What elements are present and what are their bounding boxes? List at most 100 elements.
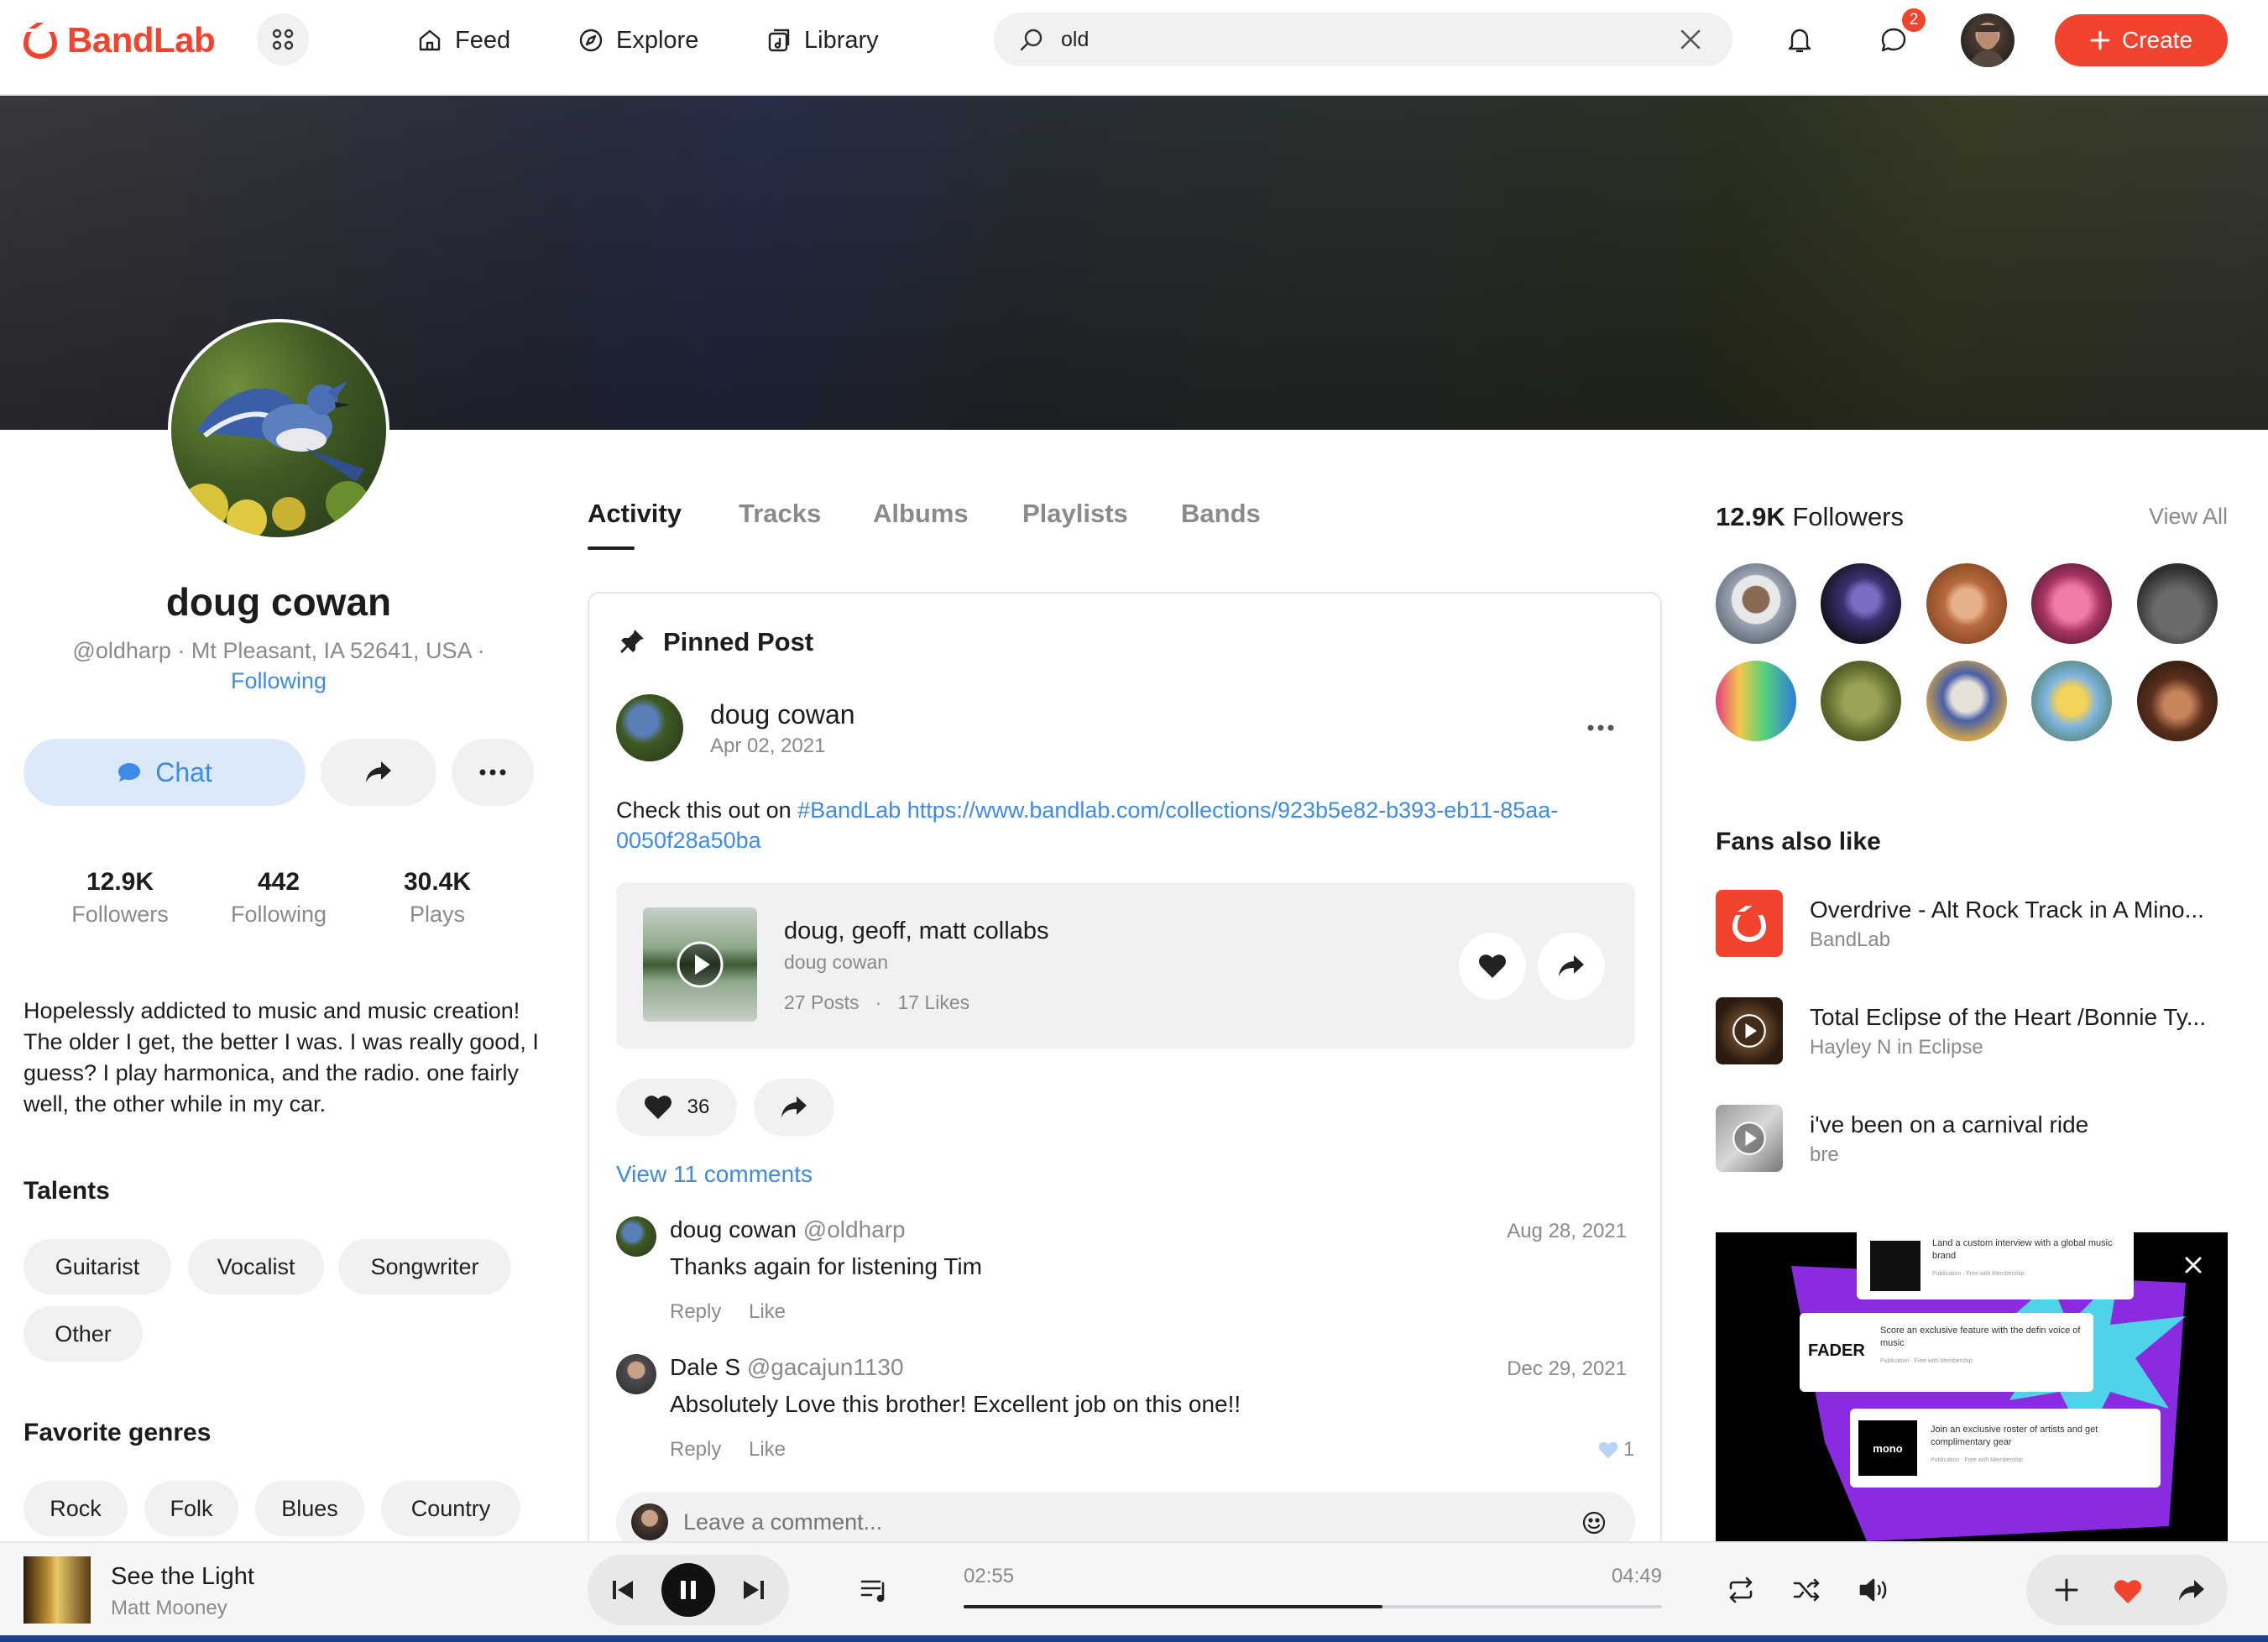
- collection-title[interactable]: doug, geoff, matt collabs: [784, 918, 1048, 945]
- profile-avatar: [168, 319, 389, 541]
- post-like-button[interactable]: 36: [616, 1079, 737, 1136]
- comment-like-button[interactable]: Like: [749, 1300, 786, 1324]
- view-comments-link[interactable]: View 11 comments: [616, 1161, 813, 1188]
- post-options-button[interactable]: [1580, 711, 1622, 745]
- chat-button[interactable]: Chat: [24, 739, 306, 806]
- repeat-icon[interactable]: [1726, 1577, 1756, 1603]
- following-status-link[interactable]: Following: [24, 668, 534, 694]
- volume-icon[interactable]: [1858, 1577, 1892, 1603]
- tab-bands[interactable]: Bands: [1181, 499, 1261, 529]
- bell-icon: [1788, 29, 1811, 53]
- genre-tag-folk[interactable]: Folk: [144, 1481, 238, 1536]
- talent-tag-other[interactable]: Other: [24, 1306, 143, 1362]
- more-options-button[interactable]: [452, 739, 534, 806]
- follower-avatar[interactable]: [1821, 661, 1901, 741]
- tab-tracks[interactable]: Tracks: [739, 499, 821, 529]
- collection-embed[interactable]: doug, geoff, matt collabs doug cowan 27 …: [616, 882, 1635, 1048]
- next-icon[interactable]: [742, 1578, 766, 1602]
- progress-track[interactable]: [964, 1605, 1662, 1608]
- now-playing-title[interactable]: See the Light: [111, 1563, 254, 1591]
- comment-like-button[interactable]: Like: [749, 1438, 786, 1462]
- tab-playlists[interactable]: Playlists: [1022, 499, 1128, 529]
- comment-avatar[interactable]: [616, 1354, 656, 1394]
- stat-following-label[interactable]: Following: [199, 902, 358, 928]
- talent-tag-songwriter[interactable]: Songwriter: [338, 1239, 511, 1294]
- comment-author[interactable]: doug cowan: [670, 1216, 797, 1242]
- post-author-name[interactable]: doug cowan: [710, 699, 855, 730]
- tab-albums[interactable]: Albums: [873, 499, 969, 529]
- genre-tag-country[interactable]: Country: [381, 1481, 520, 1536]
- follower-avatar[interactable]: [2137, 563, 2218, 644]
- collection-like-button[interactable]: [1459, 933, 1526, 1000]
- genre-tag-blues[interactable]: Blues: [255, 1481, 364, 1536]
- emoji-icon[interactable]: [1581, 1510, 1607, 1535]
- fan-item-subtitle: bre: [1810, 1143, 1839, 1166]
- user-avatar[interactable]: [1961, 13, 2015, 67]
- follower-avatar[interactable]: [1716, 661, 1796, 741]
- fan-item-thumbnail: [1716, 890, 1783, 957]
- avatar-face: [1969, 24, 2006, 67]
- apps-menu-button[interactable]: [257, 13, 309, 65]
- followers-view-all-link[interactable]: View All: [2098, 504, 2228, 530]
- previous-icon[interactable]: [611, 1578, 635, 1602]
- follower-avatar[interactable]: [1821, 563, 1901, 644]
- collection-share-button[interactable]: [1538, 933, 1605, 1000]
- comment-avatar[interactable]: [616, 1216, 656, 1257]
- post-hashtag[interactable]: #BandLab: [797, 797, 901, 823]
- comment-handle[interactable]: @gacajun1130: [747, 1354, 904, 1380]
- share-arrow-icon: [781, 1096, 807, 1117]
- share-profile-button[interactable]: [321, 739, 436, 806]
- follower-avatar[interactable]: [2137, 661, 2218, 741]
- share-arrow-icon[interactable]: [2177, 1578, 2206, 1603]
- profile-bio: Hopelessly addicted to music and music c…: [24, 998, 539, 1116]
- comment-input[interactable]: [683, 1500, 1523, 1544]
- clear-search-icon[interactable]: [1680, 29, 1701, 50]
- collection-owner[interactable]: doug cowan: [784, 951, 888, 974]
- stat-following-value[interactable]: 442: [199, 868, 358, 897]
- share-arrow-icon: [1559, 955, 1584, 976]
- fan-item[interactable]: Total Eclipse of the Heart /Bonnie Ty...…: [1716, 997, 2228, 1068]
- comment-like-count[interactable]: 1: [1598, 1438, 1634, 1462]
- follower-avatar[interactable]: [2031, 661, 2112, 741]
- talent-tag-vocalist[interactable]: Vocalist: [188, 1239, 324, 1294]
- grid-icon: [272, 29, 294, 50]
- stat-followers-label[interactable]: Followers: [40, 902, 200, 928]
- now-playing-cover[interactable]: [24, 1556, 91, 1624]
- pause-button[interactable]: [661, 1563, 715, 1617]
- follower-avatar[interactable]: [1716, 563, 1796, 644]
- nav-library[interactable]: Library: [766, 22, 879, 59]
- heart-icon[interactable]: [2114, 1579, 2142, 1604]
- tab-activity[interactable]: Activity: [588, 499, 682, 529]
- comment-reply-button[interactable]: Reply: [670, 1300, 721, 1324]
- shuffle-icon[interactable]: [1793, 1577, 1821, 1603]
- nav-feed[interactable]: Feed: [416, 22, 510, 59]
- comment-handle[interactable]: @oldharp: [803, 1216, 906, 1242]
- pinned-post-card: Pinned Post doug cowan Apr 02, 2021 Chec…: [588, 592, 1662, 1642]
- now-playing-artist[interactable]: Matt Mooney: [111, 1597, 227, 1620]
- create-button[interactable]: Create: [2055, 14, 2228, 66]
- collection-cover[interactable]: [643, 907, 757, 1022]
- profile-meta: @oldharp · Mt Pleasant, IA 52641, USA ·: [72, 638, 485, 663]
- post-author-avatar[interactable]: [616, 694, 683, 761]
- pin-icon: [620, 630, 644, 653]
- queue-icon[interactable]: [860, 1577, 890, 1603]
- add-to-playlist-icon[interactable]: [2055, 1578, 2078, 1602]
- stat-followers-value[interactable]: 12.9K: [40, 868, 200, 897]
- membership-promo[interactable]: Land a custom interview with a global mu…: [1716, 1232, 2228, 1541]
- follower-avatar[interactable]: [1926, 563, 2007, 644]
- fan-item[interactable]: Overdrive - Alt Rock Track in A Mino... …: [1716, 890, 2228, 960]
- nav-explore[interactable]: Explore: [577, 22, 698, 59]
- fan-item[interactable]: i've been on a carnival ride bre: [1716, 1105, 2228, 1175]
- comment-reply-button[interactable]: Reply: [670, 1438, 721, 1462]
- follower-avatar[interactable]: [2031, 563, 2112, 644]
- notifications-button[interactable]: [1781, 22, 1818, 59]
- comment-author[interactable]: Dale S: [670, 1354, 740, 1380]
- bandlab-logo[interactable]: BandLab: [22, 18, 216, 62]
- talent-tag-guitarist[interactable]: Guitarist: [24, 1239, 171, 1294]
- follower-avatar[interactable]: [1926, 661, 2007, 741]
- genre-tag-rock[interactable]: Rock: [24, 1481, 128, 1536]
- close-icon[interactable]: [2184, 1256, 2203, 1274]
- search-input[interactable]: [1061, 13, 1649, 66]
- post-share-button[interactable]: [754, 1079, 834, 1136]
- post-like-count: 36: [687, 1096, 710, 1118]
